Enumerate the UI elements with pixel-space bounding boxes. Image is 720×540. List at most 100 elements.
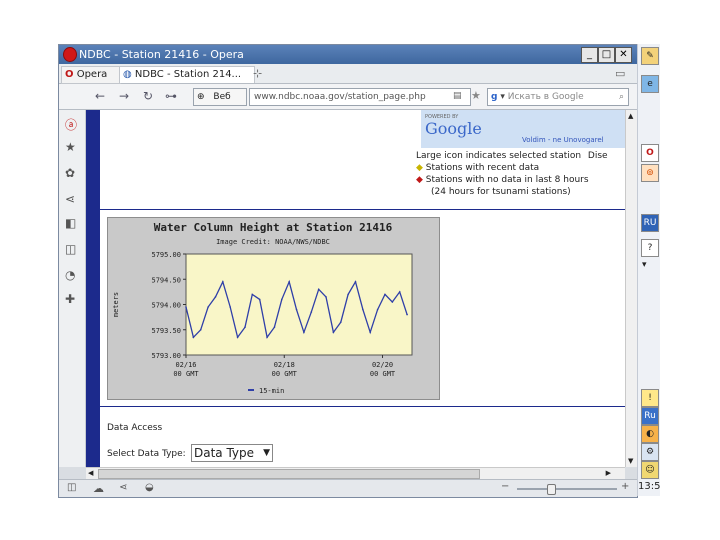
legend-label: 15-min: [259, 387, 284, 395]
chevron-down-icon: ▼: [263, 448, 270, 458]
bookmarks-icon[interactable]: ★: [65, 140, 76, 154]
volume-icon[interactable]: ◐: [641, 425, 659, 443]
data-point: [398, 291, 401, 293]
x-tick-date: 02/18: [274, 361, 295, 369]
x-tick-tz: 00 GMT: [272, 370, 298, 378]
data-point: [295, 308, 298, 311]
map-links[interactable]: Voldim - ne Unovogarel: [522, 136, 604, 144]
rss-icon[interactable]: ▤: [453, 91, 462, 101]
opera-taskbar-icon[interactable]: O: [641, 144, 659, 162]
user-icon[interactable]: ☺: [641, 461, 659, 479]
legend-nodata: ◆ Stations with no data in last 8 hours: [416, 175, 589, 185]
key-icon[interactable]: ⊶: [165, 89, 177, 103]
map-panel[interactable]: POWERED BY Google Voldim - ne Unovogarel: [421, 110, 625, 148]
title-bar: NDBC - Station 21416 - Opera _ □ ✕: [59, 45, 637, 64]
search-icon[interactable]: ⌕: [619, 89, 624, 105]
legend-title-text: Large icon indicates selected station: [416, 151, 582, 161]
close-button[interactable]: ✕: [615, 47, 632, 63]
data-point: [281, 298, 283, 301]
data-point: [229, 306, 232, 308]
cloud-icon[interactable]: ☁: [93, 482, 104, 495]
add-panel-icon[interactable]: ✚: [65, 292, 75, 306]
help-icon[interactable]: ?: [641, 239, 659, 257]
forward-button[interactable]: →: [119, 89, 129, 103]
minimize-button[interactable]: _: [581, 47, 598, 63]
new-tab-button[interactable]: ⊹: [253, 67, 262, 80]
data-point: [354, 280, 357, 283]
scroll-down-icon[interactable]: ▼: [628, 457, 633, 465]
water-column-chart: Water Column Height at Station 21416 Imag…: [107, 217, 440, 400]
y-tick-label: 5793.50: [151, 327, 181, 335]
google-search-icon: g: [491, 92, 498, 102]
scroll-left-icon[interactable]: ◀: [88, 469, 93, 477]
page-content: POWERED BY Google Voldim - ne Unovogarel…: [86, 110, 625, 467]
zoom-slider[interactable]: [517, 488, 617, 490]
plot-area: [185, 253, 413, 356]
legend-extra-text: Dise: [587, 151, 608, 161]
tab-ndbc-station[interactable]: ◍ NDBC - Station 214... ×: [119, 66, 255, 96]
opera-logo-icon: [63, 47, 77, 62]
zoom-in-icon[interactable]: +: [621, 481, 629, 492]
settings-icon[interactable]: ✿: [65, 166, 75, 180]
tray-arrow-icon[interactable]: ▾: [642, 260, 647, 270]
select-data-type-label: Select Data Type:: [107, 449, 186, 459]
share-icon[interactable]: ⋖: [65, 192, 75, 206]
security-badge[interactable]: ⊕ Веб: [193, 88, 247, 106]
legend-tsunami-note: (24 hours for tsunami stations): [431, 187, 571, 197]
vertical-scrollbar[interactable]: ▲ ▼: [625, 110, 637, 467]
notes-icon[interactable]: ◧: [65, 216, 76, 230]
y-tick-label: 5793.00: [151, 352, 181, 360]
data-point: [362, 308, 364, 311]
address-field[interactable]: www.ndbc.noaa.gov/station_page.php: [249, 88, 471, 106]
site-nav-strip[interactable]: [86, 110, 100, 467]
firefox-taskbar-icon[interactable]: ⊚: [641, 164, 659, 182]
share-status-icon[interactable]: ⋖: [119, 482, 127, 493]
panel-toggle-icon[interactable]: ◫: [67, 482, 76, 493]
app-icon[interactable]: ✎: [641, 47, 659, 65]
data-point: [251, 293, 254, 296]
history-icon[interactable]: ◔: [65, 268, 75, 282]
clock-time: 13:5: [638, 481, 661, 492]
data-point: [406, 313, 408, 316]
bookmark-star-icon[interactable]: ★: [471, 89, 481, 102]
data-point: [185, 306, 187, 308]
tab-menu-icon[interactable]: ▭: [615, 67, 625, 80]
speed-icon[interactable]: ◒: [145, 482, 154, 493]
opera-menu-button[interactable]: O Opera: [61, 66, 121, 84]
back-button[interactable]: ←: [95, 89, 105, 103]
maximize-button[interactable]: □: [598, 47, 615, 63]
status-bar: ◫ ☁ ⋖ ◒ − +: [59, 479, 637, 497]
opera-menu-label: Opera: [76, 69, 108, 80]
data-point: [332, 331, 335, 334]
scroll-up-icon[interactable]: ▲: [628, 112, 633, 120]
ie-icon[interactable]: e: [641, 75, 659, 93]
data-point: [288, 280, 290, 283]
data-point: [369, 331, 372, 334]
data-point: [258, 298, 261, 301]
scroll-thumb[interactable]: [98, 469, 480, 479]
zoom-slider-thumb[interactable]: [547, 484, 556, 495]
data-type-select[interactable]: Data Type ▼: [191, 444, 273, 462]
divider: [100, 209, 625, 210]
x-tick-date: 02/20: [372, 361, 393, 369]
language-icon[interactable]: Ru: [641, 407, 659, 425]
data-access-heading: Data Access: [107, 423, 163, 433]
search-field[interactable]: g ▾ Искать в Google ⌕: [487, 88, 629, 106]
network-icon[interactable]: ⚙: [641, 443, 659, 461]
legend-recent-text: Stations with recent data: [425, 163, 540, 173]
notify-icon[interactable]: !: [641, 389, 659, 407]
downloads-icon[interactable]: ◫: [65, 242, 76, 256]
opera-speed-dial-icon[interactable]: ⓐ: [65, 116, 77, 133]
zoom-out-icon[interactable]: −: [501, 481, 509, 492]
scroll-right-icon[interactable]: ▶: [606, 469, 611, 477]
opera-menu-icon: O: [65, 69, 74, 80]
horizontal-scrollbar[interactable]: ◀ ▶: [86, 467, 625, 479]
search-dropdown-icon: ▾: [500, 92, 505, 102]
reload-button[interactable]: ↻: [143, 89, 153, 103]
data-point: [214, 296, 217, 298]
browser-window: NDBC - Station 21416 - Opera _ □ ✕ O Ope…: [58, 44, 638, 498]
language-ru-icon[interactable]: RU: [641, 214, 659, 232]
y-axis-label: meters: [112, 292, 120, 317]
web-icon: ⊕: [197, 92, 205, 102]
data-point: [244, 326, 246, 329]
